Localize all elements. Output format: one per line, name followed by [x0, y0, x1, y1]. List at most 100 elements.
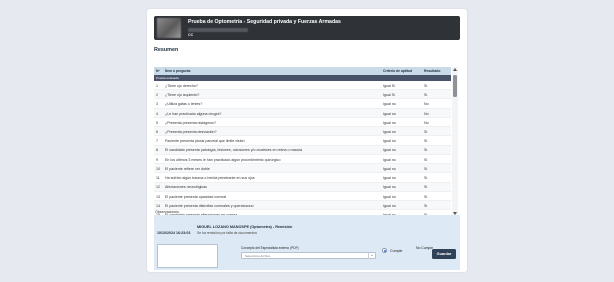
col-criterion: Criterio de aptitud [383, 69, 413, 74]
table-row: 12 Afectaciones neurológicas Igual no Sí [154, 182, 451, 192]
row-question: El paciente refiere ver doble [165, 166, 210, 171]
row-question: En los últimos 3 meses le han practicado… [165, 157, 281, 162]
table-row: 2 ¿Tiene ojo izquierdo? Igual Sí Sí [154, 90, 451, 100]
row-num: 6 [156, 129, 158, 134]
col-num: Nº [156, 69, 160, 74]
row-result: No [424, 120, 429, 125]
page-title: Prueba de Optometría - Seguridad privada… [188, 19, 341, 25]
row-num: 13 [156, 194, 160, 199]
row-question: Afectaciones neurológicas [165, 185, 207, 190]
row-result: Sí [424, 157, 428, 162]
patient-name-redacted [188, 28, 248, 32]
row-num: 4 [156, 111, 158, 116]
row-criterion: Igual no [383, 157, 396, 162]
table-body: 1 ¿Tiene ojo derecho? Igual Sí Sí 2 ¿Tiene oj… [154, 81, 451, 217]
row-question: ¿Tiene ojo derecho? [165, 83, 198, 88]
row-num: 12 [156, 185, 160, 190]
row-result: No [424, 111, 429, 116]
review-note: Se ha remisión por falta de documentos [197, 231, 257, 235]
col-question: Ítem o pregunta [165, 69, 191, 74]
row-result: Sí [424, 93, 428, 98]
scroll-up-icon[interactable] [452, 68, 457, 71]
save-button[interactable]: Guardar [432, 249, 456, 259]
table-header: Nº Ítem o pregunta Criterio de aptitud R… [154, 67, 451, 75]
row-num: 2 [156, 93, 158, 98]
table-row: 1 ¿Tiene ojo derecho? Igual Sí Sí [154, 81, 451, 91]
row-num: 10 [156, 166, 160, 171]
row-num: 11 [156, 176, 160, 181]
row-criterion: Igual no [383, 185, 396, 190]
row-question: ¿Utiliza gafas o lentes? [165, 102, 203, 107]
row-result: Sí [424, 194, 428, 199]
cumple-label: Cumple [390, 249, 403, 253]
row-question: ¿Tiene ojo izquierdo? [165, 93, 200, 98]
row-question: ¿Le han practicado alguna cirugía? [165, 111, 222, 116]
row-question: El paciente presenta distrofias corneale… [165, 203, 254, 208]
row-question: ¿Presenta presenta desviación? [165, 129, 217, 134]
row-result: Sí [424, 185, 428, 190]
table-row: 7 Paciente presenta ptosis parcelal que l… [154, 136, 451, 146]
row-criterion: Igual no [383, 129, 396, 134]
scroll-thumb[interactable] [453, 75, 457, 97]
table-scrollbar[interactable] [452, 67, 458, 217]
chevron-down-icon[interactable] [368, 253, 375, 259]
review-date: 10/10/2024 16:23:03 [157, 231, 191, 235]
table-row: 6 ¿Presenta presenta desviación? Igual no S… [154, 127, 451, 137]
row-result: Sí [424, 139, 428, 144]
summary-title: Resumen [154, 47, 179, 53]
row-question: El candidato presenta patología, lesione… [165, 148, 303, 153]
cumple-radio[interactable] [382, 248, 387, 253]
observations-label: Observaciones [155, 210, 179, 214]
table-row: 5 ¿Presenta presenta nistagmus? Igual no No [154, 118, 451, 128]
concept-file-placeholder: Seleccione Archivo [245, 254, 271, 258]
row-result: Sí [424, 148, 428, 153]
review-author: MIGUEL LOZANO MANOSPE (Optometra) - Remi… [197, 225, 293, 229]
row-num: 8 [156, 148, 158, 153]
table-row: 9 En los últimos 3 meses le han practicad… [154, 155, 451, 165]
table-row: 13 El paciente presenta opacidad corneal I… [154, 192, 451, 202]
row-result: Sí [424, 176, 428, 181]
row-num: 5 [156, 120, 158, 125]
row-num: 1 [156, 83, 158, 88]
row-num: 7 [156, 139, 158, 144]
row-criterion: Igual no [383, 148, 396, 153]
row-result: Sí [424, 129, 428, 134]
row-num: 3 [156, 102, 158, 107]
row-question: El paciente presenta opacidad corneal [165, 194, 227, 199]
row-question: ¿Presenta presenta nistagmus? [165, 120, 216, 125]
table-row: 11 Ha sufrido algún trauma o herida penet… [154, 173, 451, 183]
row-criterion: Igual no [383, 203, 396, 208]
row-result: Sí [424, 83, 428, 88]
row-result: Sí [424, 166, 428, 171]
row-question: Paciente presenta ptosis parcelal que li… [165, 139, 245, 144]
patient-photo [157, 18, 181, 38]
review-card: Prueba de Optometría - Seguridad privada… [147, 9, 467, 272]
row-criterion: Igual no [383, 102, 396, 107]
row-num: 9 [156, 157, 158, 162]
row-criterion: Igual no [383, 139, 396, 144]
row-result: No [424, 102, 429, 107]
table-row: 3 ¿Utiliza gafas o lentes? Igual no No [154, 99, 451, 109]
row-criterion: Igual no [383, 111, 396, 116]
col-result: Resultado [424, 69, 441, 74]
row-criterion: Igual Sí [383, 93, 396, 98]
row-num: 14 [156, 203, 160, 208]
patient-id-label: CC [188, 33, 194, 37]
observations-textarea[interactable] [157, 244, 218, 268]
summary-table: Nº Ítem o pregunta Criterio de aptitud R… [154, 67, 458, 217]
concept-label: Concepto del Especialista externo (PDF) [241, 246, 299, 250]
table-row: 14 El paciente presenta distrofias cornea… [154, 201, 451, 211]
concept-file-select[interactable]: Seleccione Archivo [241, 252, 376, 259]
row-criterion: Igual Sí [383, 83, 396, 88]
review-panel: 10/10/2024 16:23:03 MIGUEL LOZANO MANOSP… [154, 215, 460, 270]
row-criterion: Igual no [383, 194, 396, 199]
row-question: Ha sufrido algún trauma o herida penetra… [165, 176, 255, 181]
row-result: Sí [424, 203, 428, 208]
patient-header: Prueba de Optometría - Seguridad privada… [154, 16, 460, 40]
table-row: 4 ¿Le han practicado alguna cirugía? Igual… [154, 108, 451, 118]
row-criterion: Igual no [383, 120, 396, 125]
row-criterion: Igual no [383, 166, 396, 171]
table-row: 10 El paciente refiere ver doble Igual no S… [154, 164, 451, 174]
row-criterion: Igual no [383, 176, 396, 181]
table-row: 8 El candidato presenta patología, lesion… [154, 145, 451, 155]
